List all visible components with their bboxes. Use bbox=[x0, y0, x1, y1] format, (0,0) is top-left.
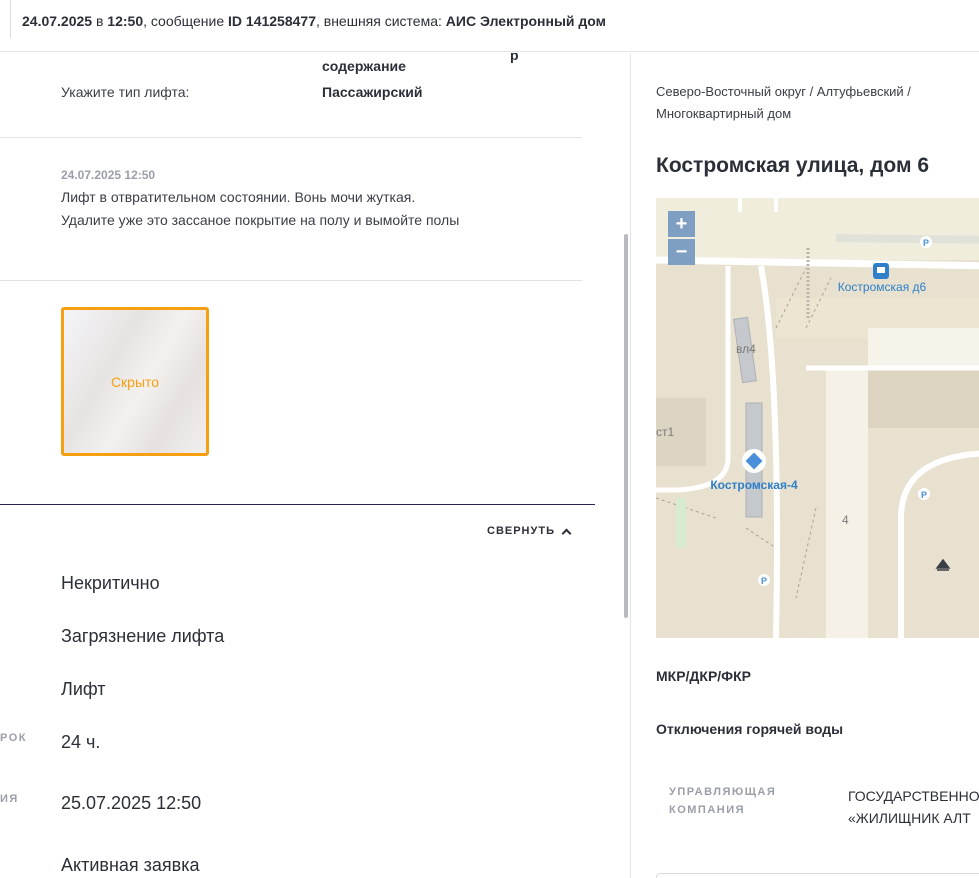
map-block bbox=[868, 328, 979, 368]
map-block bbox=[656, 198, 979, 260]
breadcrumb: Северо-Восточный округ / Алтуфьевский / … bbox=[656, 84, 911, 121]
landmark-icon bbox=[935, 558, 951, 571]
due-date-value: 25.07.2025 12:50 bbox=[61, 793, 202, 813]
message-time: 12:50 bbox=[107, 13, 144, 29]
building-label: вл4 bbox=[736, 342, 756, 356]
deadline-value: 24 ч. bbox=[61, 732, 101, 752]
parking-label: P bbox=[761, 576, 767, 586]
external-system-name: АИС Электронный дом bbox=[445, 13, 607, 29]
map-green bbox=[676, 498, 686, 548]
external-system-prefix: , внешняя система: bbox=[315, 13, 446, 29]
bus-stop-icon bbox=[873, 263, 889, 279]
comment-date: 24.07.2025 12:50 bbox=[61, 168, 156, 182]
management-company-label: УПРАВЛЯЮЩАЯ КОМПАНИЯ bbox=[669, 786, 777, 816]
message-in-word: в bbox=[92, 13, 108, 29]
message-id: ID 141258477 bbox=[228, 13, 316, 29]
place-marker-icon bbox=[742, 449, 766, 473]
location-panel: Северо-Восточный округ / Алтуфьевский / … bbox=[631, 53, 979, 878]
status-value: Активная заявка bbox=[61, 855, 200, 875]
management-company-value: ГОСУДАРСТВЕННОЕ «ЖИЛИЩНИК АЛТ bbox=[848, 785, 979, 829]
building-label: ст1 bbox=[656, 425, 674, 439]
zoom-out-button[interactable]: − bbox=[668, 239, 695, 265]
section-divider bbox=[0, 504, 595, 505]
due-date-label: ИЯ bbox=[0, 793, 19, 805]
repair-section-title[interactable]: МКР/ДКР/ФКР bbox=[656, 668, 751, 684]
lift-type-value: Пассажирский bbox=[322, 84, 423, 100]
lift-type-label: Укажите тип лифта: bbox=[61, 84, 190, 100]
scrollbar[interactable] bbox=[624, 234, 628, 618]
header-edge bbox=[10, 0, 11, 38]
management-company-line: ГОСУДАРСТВЕННОЕ bbox=[848, 788, 979, 804]
attached-photo-thumbnail[interactable]: Скрыто bbox=[61, 307, 209, 456]
message-date: 24.07.2025 bbox=[22, 13, 93, 29]
photo-hidden-label: Скрыто bbox=[110, 373, 160, 390]
map-road bbox=[835, 234, 979, 244]
address-title: Костромская улица, дом 6 bbox=[656, 154, 930, 177]
collapse-label: СВЕРНУТЬ bbox=[487, 525, 555, 537]
chevron-up-icon bbox=[561, 528, 572, 538]
building-label: 4 bbox=[842, 513, 849, 527]
message-header: 24.07.2025 в 12:50, сообщение ID 1412584… bbox=[0, 0, 979, 52]
place-label: Костромская-4 bbox=[710, 478, 798, 492]
parking-label: P bbox=[923, 238, 929, 248]
collapse-button[interactable]: СВЕРНУТЬ bbox=[487, 525, 572, 538]
map-canvas: Костромская д6 Костромская-4 вл4 ст1 4 P… bbox=[656, 198, 979, 638]
management-company-line: «ЖИЛИЩНИК АЛТ bbox=[848, 810, 971, 826]
priority-value: Некритично bbox=[61, 573, 160, 593]
map-road bbox=[656, 256, 979, 270]
hot-water-section-title[interactable]: Отключения горячей воды bbox=[656, 721, 843, 737]
map[interactable]: Костромская д6 Костромская-4 вл4 ст1 4 P… bbox=[656, 198, 979, 638]
message-meta: 24.07.2025 в 12:50, сообщение ID 1412584… bbox=[22, 13, 606, 29]
bus-stop-label: Костромская д6 bbox=[838, 280, 927, 294]
bottom-panel bbox=[656, 873, 979, 878]
message-id-prefix: , сообщение bbox=[143, 13, 229, 29]
map-block bbox=[826, 368, 868, 638]
category-value: Лифт bbox=[61, 679, 106, 699]
deadline-label: РОК bbox=[0, 732, 27, 744]
divider bbox=[0, 280, 582, 281]
zoom-in-button[interactable]: + bbox=[668, 211, 695, 237]
request-details-panel[interactable]: р содержание Укажите тип лифта: Пассажир… bbox=[0, 53, 630, 878]
detail-value-top: содержание bbox=[322, 58, 406, 74]
problem-value: Загрязнение лифта bbox=[61, 626, 225, 646]
map-block bbox=[868, 368, 979, 428]
divider bbox=[0, 137, 582, 138]
comment-text: Лифт в отвратительном состоянии. Вонь мо… bbox=[61, 189, 460, 228]
map-road bbox=[898, 450, 979, 638]
cut-label-fragment: р bbox=[510, 53, 519, 63]
parking-label: P bbox=[921, 490, 927, 500]
